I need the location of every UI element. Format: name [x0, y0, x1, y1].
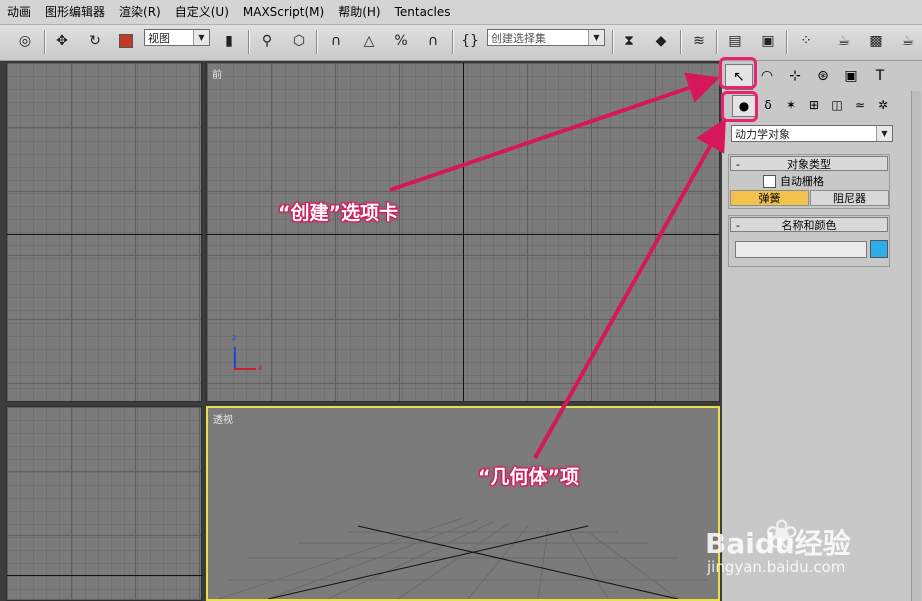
- utilities-tab-icon[interactable]: T: [867, 64, 893, 88]
- viewport-top[interactable]: [6, 62, 203, 402]
- menu-customize[interactable]: 自定义(U): [168, 0, 236, 24]
- menu-graph-editors[interactable]: 图形编辑器: [38, 0, 112, 24]
- name-color-rollout-header[interactable]: - 名称和颜色: [730, 217, 888, 232]
- autogrid-checkbox[interactable]: [763, 175, 776, 188]
- systems-subtab-icon[interactable]: ✲: [872, 95, 894, 115]
- watermark-url: jingyan.baidu.com: [707, 558, 846, 576]
- annotation-create-tab: “创建”选项卡: [278, 202, 398, 224]
- name-color-title: 名称和颜色: [781, 219, 837, 232]
- object-category-dropdown[interactable]: 动力学对象 ▼: [731, 125, 893, 142]
- viewport-area: 前 z x 透视: [0, 61, 722, 601]
- annotation-geometry: “几何体”项: [478, 466, 579, 488]
- render-setup-icon[interactable]: ☕: [833, 30, 855, 52]
- toolbar-separator: [612, 30, 613, 54]
- rotate-icon[interactable]: ↻: [84, 30, 106, 52]
- menu-bar: 动画 图形编辑器 渲染(R) 自定义(U) MAXScript(M) 帮助(H)…: [0, 0, 922, 25]
- collapse-icon: -: [736, 219, 740, 232]
- toolbar-separator: [248, 30, 249, 54]
- chevron-down-icon: ▼: [876, 126, 892, 141]
- quick-render-icon[interactable]: ☕: [897, 30, 919, 52]
- perspective-grid: [217, 517, 708, 599]
- shapes-subtab-icon[interactable]: δ: [757, 95, 779, 115]
- percent-snap-icon[interactable]: %: [390, 30, 412, 52]
- grid-axis-line: [7, 575, 203, 576]
- viewport-left[interactable]: [6, 406, 203, 601]
- space-warps-subtab-icon[interactable]: ≈: [849, 95, 871, 115]
- modify-tab-icon[interactable]: ◠: [754, 64, 780, 88]
- watermark: ❀ Baidu经验 jingyan.baidu.com: [705, 512, 905, 580]
- watermark-brand: Baidu经验: [705, 527, 851, 560]
- spinner-snap-icon[interactable]: ∩: [422, 30, 444, 52]
- collapse-icon: -: [736, 158, 740, 171]
- select-manipulate-icon[interactable]: ⚲: [256, 30, 278, 52]
- layer-manager-icon[interactable]: ≋: [688, 30, 710, 52]
- command-panel-scrollbar[interactable]: [911, 91, 921, 601]
- create-tab-highlight: [719, 57, 757, 89]
- axis-tripod: z x: [231, 333, 271, 375]
- display-tab-icon[interactable]: ▣: [838, 64, 864, 88]
- snap-toggle-icon[interactable]: ∩: [325, 30, 347, 52]
- curve-editor-icon[interactable]: ▤: [724, 30, 746, 52]
- edit-named-selection-icon[interactable]: {}: [459, 30, 481, 52]
- grid-axis-line: [7, 234, 203, 235]
- move-icon[interactable]: ✥: [51, 30, 73, 52]
- cameras-subtab-icon[interactable]: ⊞: [803, 95, 825, 115]
- angle-snap-icon[interactable]: △: [358, 30, 380, 52]
- select-object-icon[interactable]: ◎: [14, 30, 36, 52]
- object-type-title: 对象类型: [787, 158, 831, 171]
- object-type-rollout-header[interactable]: - 对象类型: [730, 156, 888, 171]
- named-selection-set-dropdown[interactable]: 创建选择集 ▼: [487, 29, 605, 46]
- toolbar-separator: [716, 30, 717, 54]
- menu-maxscript[interactable]: MAXScript(M): [236, 0, 331, 24]
- axis-x-label: x: [258, 363, 263, 372]
- schematic-view-icon[interactable]: ▣: [757, 30, 779, 52]
- object-color-swatch[interactable]: [870, 240, 888, 258]
- motion-tab-icon[interactable]: ⊛: [810, 64, 836, 88]
- spring-button[interactable]: 弹簧: [730, 190, 809, 206]
- viewport-front[interactable]: 前 z x: [206, 62, 720, 402]
- main-toolbar: ◎ ✥ ↻ 视图 ▼ ▮ ⚲ ⬡ ∩ △ % ∩ {} 创建选择集 ▼ ⧗ ◆ …: [0, 25, 922, 61]
- menu-rendering[interactable]: 渲染(R): [112, 0, 168, 24]
- toolbar-separator: [316, 30, 317, 54]
- reference-coordinate-dropdown[interactable]: 视图 ▼: [144, 29, 210, 46]
- rendered-frame-window-icon[interactable]: ▩: [865, 30, 887, 52]
- helpers-subtab-icon[interactable]: ◫: [826, 95, 848, 115]
- toolbar-separator: [452, 30, 453, 54]
- hierarchy-tab-icon[interactable]: ⊹: [782, 64, 808, 88]
- keyboard-shortcut-icon[interactable]: ⬡: [288, 30, 310, 52]
- chevron-down-icon: ▼: [193, 30, 209, 45]
- reference-coordinate-value: 视图: [148, 32, 170, 45]
- selection-set-placeholder: 创建选择集: [491, 32, 546, 45]
- material-editor-icon[interactable]: ⁘: [795, 30, 817, 52]
- chevron-down-icon: ▼: [588, 30, 604, 45]
- object-category-value: 动力学对象: [735, 128, 790, 141]
- geometry-subtab-highlight: [721, 91, 758, 122]
- scale-icon[interactable]: [115, 30, 137, 52]
- viewport-perspective[interactable]: 透视: [206, 406, 720, 601]
- viewport-label-front: 前: [212, 70, 222, 81]
- object-name-input[interactable]: [735, 241, 867, 258]
- toolbar-separator: [44, 30, 45, 54]
- lights-subtab-icon[interactable]: ✶: [780, 95, 802, 115]
- menu-animation[interactable]: 动画: [0, 0, 38, 24]
- toolbar-separator: [680, 30, 681, 54]
- menu-tentacles[interactable]: Tentacles: [388, 0, 458, 24]
- damper-button[interactable]: 阻尼器: [810, 190, 889, 206]
- mirror-icon[interactable]: ⧗: [618, 30, 640, 52]
- menu-help[interactable]: 帮助(H): [331, 0, 387, 24]
- autogrid-label: 自动栅格: [780, 175, 824, 188]
- toolbar-separator: [786, 30, 787, 54]
- grid-axis-line: [463, 63, 464, 401]
- pivot-center-icon[interactable]: ▮: [218, 30, 240, 52]
- align-icon[interactable]: ◆: [650, 30, 672, 52]
- axis-z-label: z: [232, 333, 237, 342]
